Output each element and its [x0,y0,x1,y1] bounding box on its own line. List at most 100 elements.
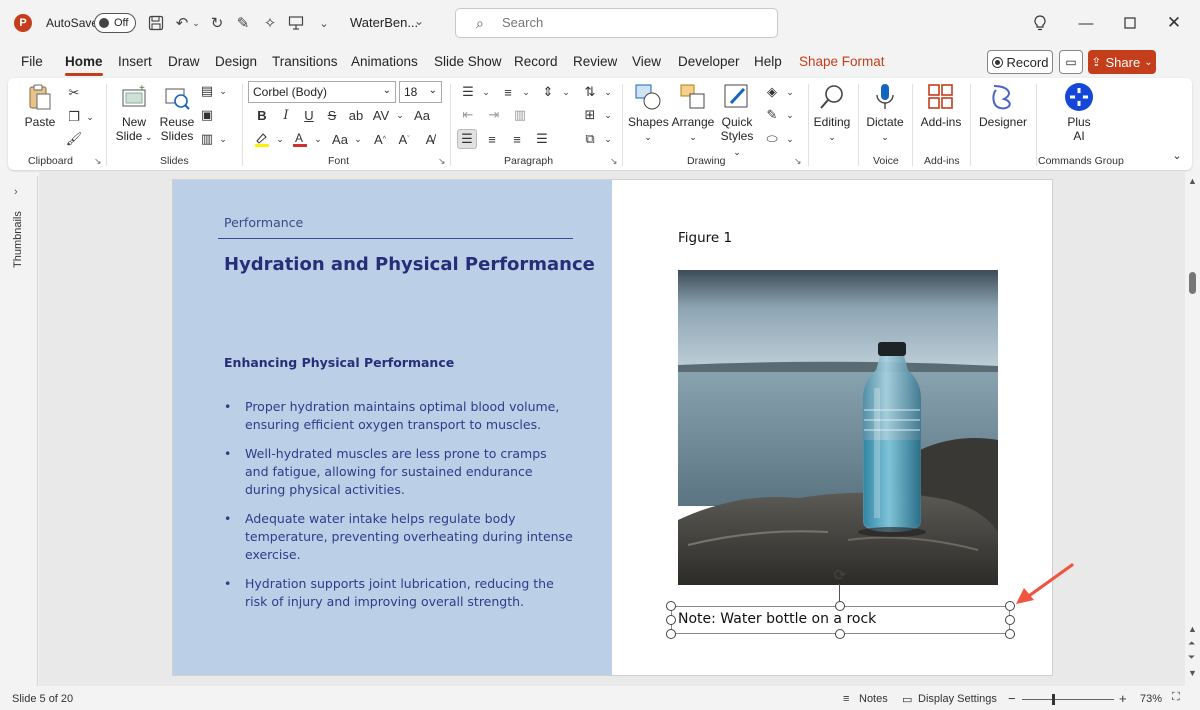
tab-help[interactable]: Help [754,54,782,69]
present-icon[interactable] [286,13,306,33]
tab-developer[interactable]: Developer [678,54,740,69]
strikethrough-button[interactable]: S [322,105,342,125]
chevron-down-icon[interactable]: ⌄ [516,82,536,102]
notes-icon[interactable]: ≡ [843,693,849,705]
tab-slide-show[interactable]: Slide Show [434,54,502,69]
notes-button[interactable]: Notes [859,693,888,705]
scroll-down-icon[interactable]: ▼ [1188,668,1197,678]
shape-effects-icon[interactable]: ⬭ [762,129,782,149]
share-button[interactable]: ⇪ Share ⌄ [1088,50,1156,74]
slide-subtitle[interactable]: Enhancing Physical Performance [224,355,454,370]
new-slide-button[interactable]: + New Slide ⌄ [114,82,154,144]
figure-label[interactable]: Figure 1 [678,230,732,246]
increase-indent-icon[interactable]: ⇥ [484,105,504,125]
copy-dropdown-icon[interactable]: ⌄ [81,108,99,126]
chevron-down-icon[interactable]: ⌄ [214,130,232,148]
zoom-out-button[interactable]: − [1008,691,1016,706]
plus-ai-button[interactable]: Plus AI [1058,82,1100,143]
resize-handle[interactable] [1005,615,1015,625]
draw-pen-icon[interactable]: ✎ [233,13,253,33]
chevron-down-icon[interactable]: ⌄ [598,129,618,149]
tab-draw[interactable]: Draw [168,54,200,69]
tab-record[interactable]: Record [514,54,558,69]
resize-handle[interactable] [666,629,676,639]
rotate-handle-icon[interactable]: ⟳ [831,566,849,584]
designer-button[interactable]: Designer [978,82,1028,129]
document-title[interactable]: WaterBen... [350,15,418,30]
record-button[interactable]: Record [987,50,1053,74]
resize-handle[interactable] [666,615,676,625]
display-settings-icon[interactable]: ▭ [902,693,912,706]
magic-wand-icon[interactable]: ✧ [260,13,280,33]
tab-animations[interactable]: Animations [351,54,418,69]
underline-button[interactable]: U [299,105,319,125]
chevron-down-icon[interactable]: ⌄ [348,129,368,149]
tab-review[interactable]: Review [573,54,617,69]
lightbulb-icon[interactable] [1030,12,1050,34]
zoom-level[interactable]: 73% [1140,693,1162,705]
cut-icon[interactable]: ✂ [65,84,83,102]
vertical-scrollbar[interactable]: ▲ ▲ ⏶ ⏷ ▼ [1185,172,1200,686]
resize-handle[interactable] [1005,629,1015,639]
text-direction-icon[interactable]: ⇅ [580,82,600,102]
save-icon[interactable] [146,13,166,33]
autosave-toggle[interactable]: Off [94,13,136,33]
collapse-ribbon-icon[interactable]: ⌄ [1168,146,1186,164]
tab-home[interactable]: Home [65,54,103,76]
chevron-down-icon[interactable]: ⌄ [214,82,232,100]
chevron-down-icon[interactable]: ⌄ [390,105,410,125]
zoom-in-button[interactable]: + [1119,691,1127,706]
chevron-down-icon[interactable]: ⌄ [780,82,800,102]
next-slide-icon[interactable]: ⏷ [1188,652,1195,663]
resize-handle[interactable] [835,629,845,639]
bold-button[interactable]: B [252,105,272,125]
justify-icon[interactable]: ☰ [532,129,552,149]
display-settings-button[interactable]: Display Settings [918,693,997,705]
scroll-up-icon[interactable]: ▲ [1188,624,1197,634]
font-size-select[interactable]: 18 ⌄ [399,81,442,103]
increase-font-icon[interactable]: A ^ [370,129,390,149]
reuse-slides-button[interactable]: Reuse Slides [157,82,197,143]
format-painter-icon[interactable]: 🖌 [65,130,83,148]
maximize-icon[interactable] [1120,12,1140,34]
scrollbar-thumb[interactable] [1189,272,1196,294]
undo-icon[interactable]: ↶ [172,13,192,33]
bullets-icon[interactable]: ☰ [458,82,478,102]
smartart-icon[interactable]: ⧉ [580,129,600,149]
numbering-icon[interactable]: ≡ [498,82,518,102]
tab-file[interactable]: File [21,54,43,69]
align-right-icon[interactable]: ≡ [507,129,527,149]
tab-view[interactable]: View [632,54,661,69]
align-center-icon[interactable]: ≡ [482,129,502,149]
editing-button[interactable]: Editing ⌄ [811,82,853,144]
scroll-up-icon[interactable]: ▲ [1188,176,1197,186]
chevron-down-icon[interactable]: ⌄ [780,129,800,149]
chevron-right-icon[interactable]: › [14,186,18,198]
thumbnails-label[interactable]: Thumbnails [12,211,24,268]
fit-to-window-icon[interactable]: ⛶ [1172,691,1180,704]
tab-transitions[interactable]: Transitions [272,54,338,69]
font-family-select[interactable]: Corbel (Body) ⌄ [248,81,396,103]
reset-icon[interactable]: ▣ [198,106,216,124]
tab-shape-format[interactable]: Shape Format [799,54,885,69]
highlighter-icon[interactable] [252,129,272,149]
decrease-font-icon[interactable]: Aˇ [394,129,414,149]
search-input[interactable] [502,15,752,30]
arrange-button[interactable]: Arrange ⌄ [671,82,715,144]
resize-handle[interactable] [666,601,676,611]
clear-formatting-icon[interactable]: A̸ [420,129,440,149]
chevron-down-icon[interactable]: ⌄ [476,82,496,102]
font-color-icon[interactable]: A [290,129,310,149]
change-case-icon[interactable]: Aa [412,105,432,125]
align-text-icon[interactable]: ⊞ [580,105,600,125]
shape-fill-icon[interactable]: ◈ [762,82,782,102]
line-spacing-icon[interactable]: ⇕ [538,82,558,102]
drawing-launcher-icon[interactable]: ↘ [794,156,802,167]
tab-design[interactable]: Design [215,54,257,69]
close-icon[interactable]: ✕ [1164,12,1184,34]
resize-handle[interactable] [835,601,845,611]
previous-slide-icon[interactable]: ⏶ [1188,638,1195,649]
shape-outline-icon[interactable]: ✎ [762,105,782,125]
section-label[interactable]: Performance [224,215,303,230]
text-shadow-icon[interactable]: ab [346,105,366,125]
